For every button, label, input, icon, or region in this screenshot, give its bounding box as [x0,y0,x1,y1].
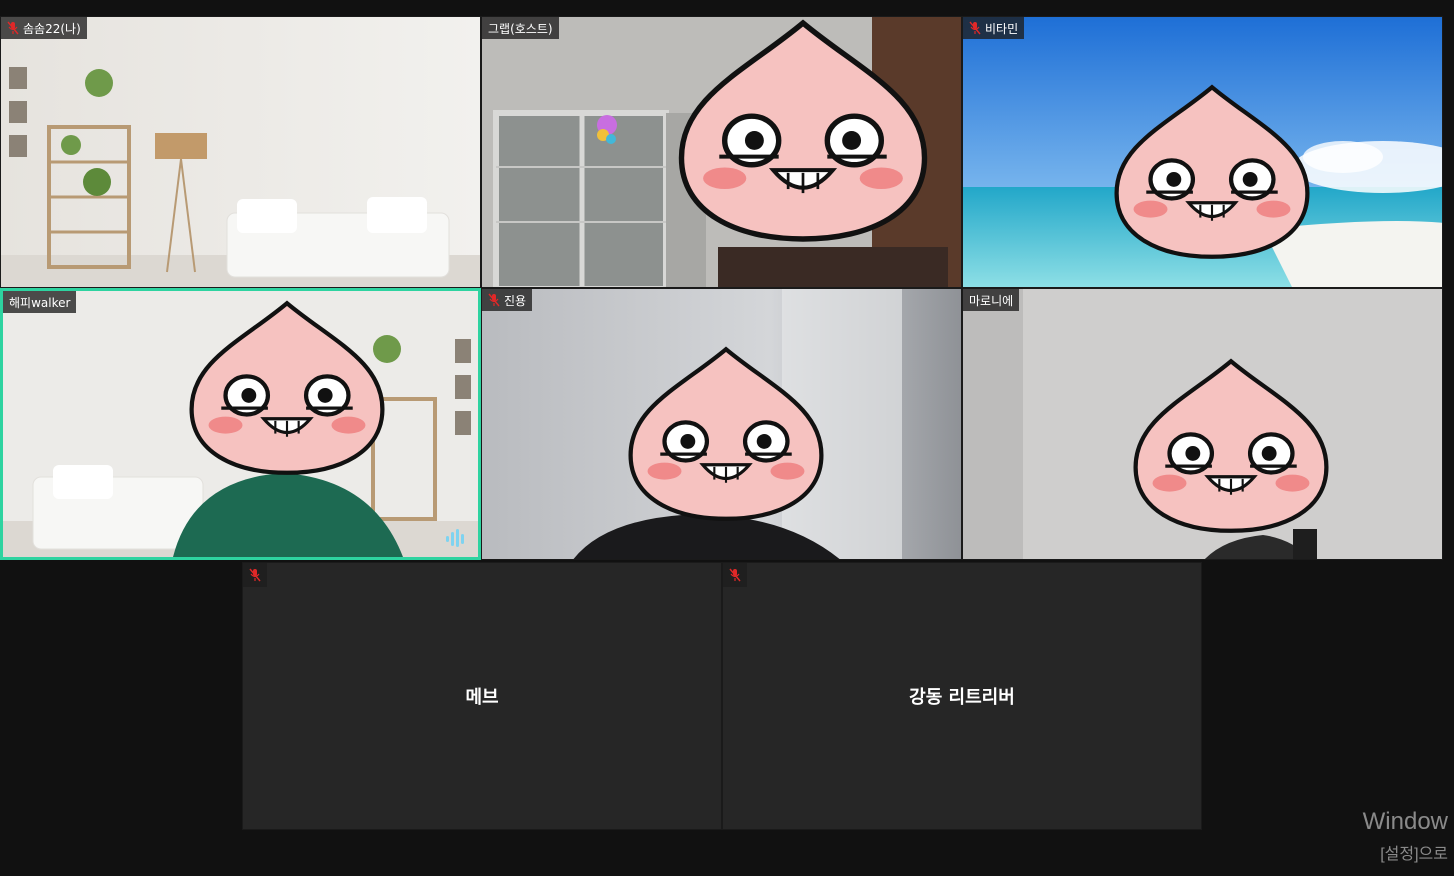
audio-level-icon [446,529,464,547]
peach-emoji-icon [189,300,385,475]
participant-name-tag: 마로니에 [963,289,1020,311]
participant-name: 마로니에 [969,293,1014,308]
mute-indicator [243,563,267,587]
participant-name-placeholder: 강동 리트리버 [909,687,1015,708]
video-off-tile-7[interactable]: 강동 리트리버 [722,562,1202,830]
top-bar [0,0,1454,16]
participant-name: 솜솜22(나) [23,21,81,36]
virtual-background [1,17,480,287]
muted-mic-icon [488,293,500,307]
participant-name: 해피walker [9,295,71,310]
participant-name-tag: 해피walker [3,291,77,313]
participant-name-tag: 그랩(호스트) [482,17,559,39]
participant-name-tag: 비타민 [963,17,1025,39]
participant-name-tag: 진용 [482,289,533,311]
mute-indicator [723,563,747,587]
video-tile-5[interactable]: 마로니에 [962,288,1443,560]
windows-activation-watermark-line1: Window [1362,808,1448,835]
participant-name-tag: 솜솜22(나) [1,17,87,39]
muted-mic-icon [729,568,741,582]
video-tile-1[interactable]: 그랩(호스트) [481,16,962,288]
windows-activation-watermark-line2: [설정]으로 [1380,846,1448,863]
video-off-tile-6[interactable]: 메브 [242,562,722,830]
peach-emoji-icon [628,346,824,521]
participant-name-placeholder: 메브 [465,687,499,708]
peach-emoji-icon [1114,84,1310,259]
participant-name: 그랩(호스트) [488,21,553,36]
peach-emoji-icon [1133,358,1329,533]
muted-mic-icon [249,568,261,582]
participant-name: 진용 [504,293,527,308]
peach-emoji-icon [678,19,928,242]
video-tile-0[interactable]: 솜솜22(나) [0,16,481,288]
video-tile-4[interactable]: 진용 [481,288,962,560]
participant-name: 비타민 [985,21,1019,36]
video-tile-3-active-speaker[interactable]: 해피walker [0,288,481,560]
muted-mic-icon [7,21,19,35]
video-tile-2[interactable]: 비타민 [962,16,1443,288]
muted-mic-icon [969,21,981,35]
